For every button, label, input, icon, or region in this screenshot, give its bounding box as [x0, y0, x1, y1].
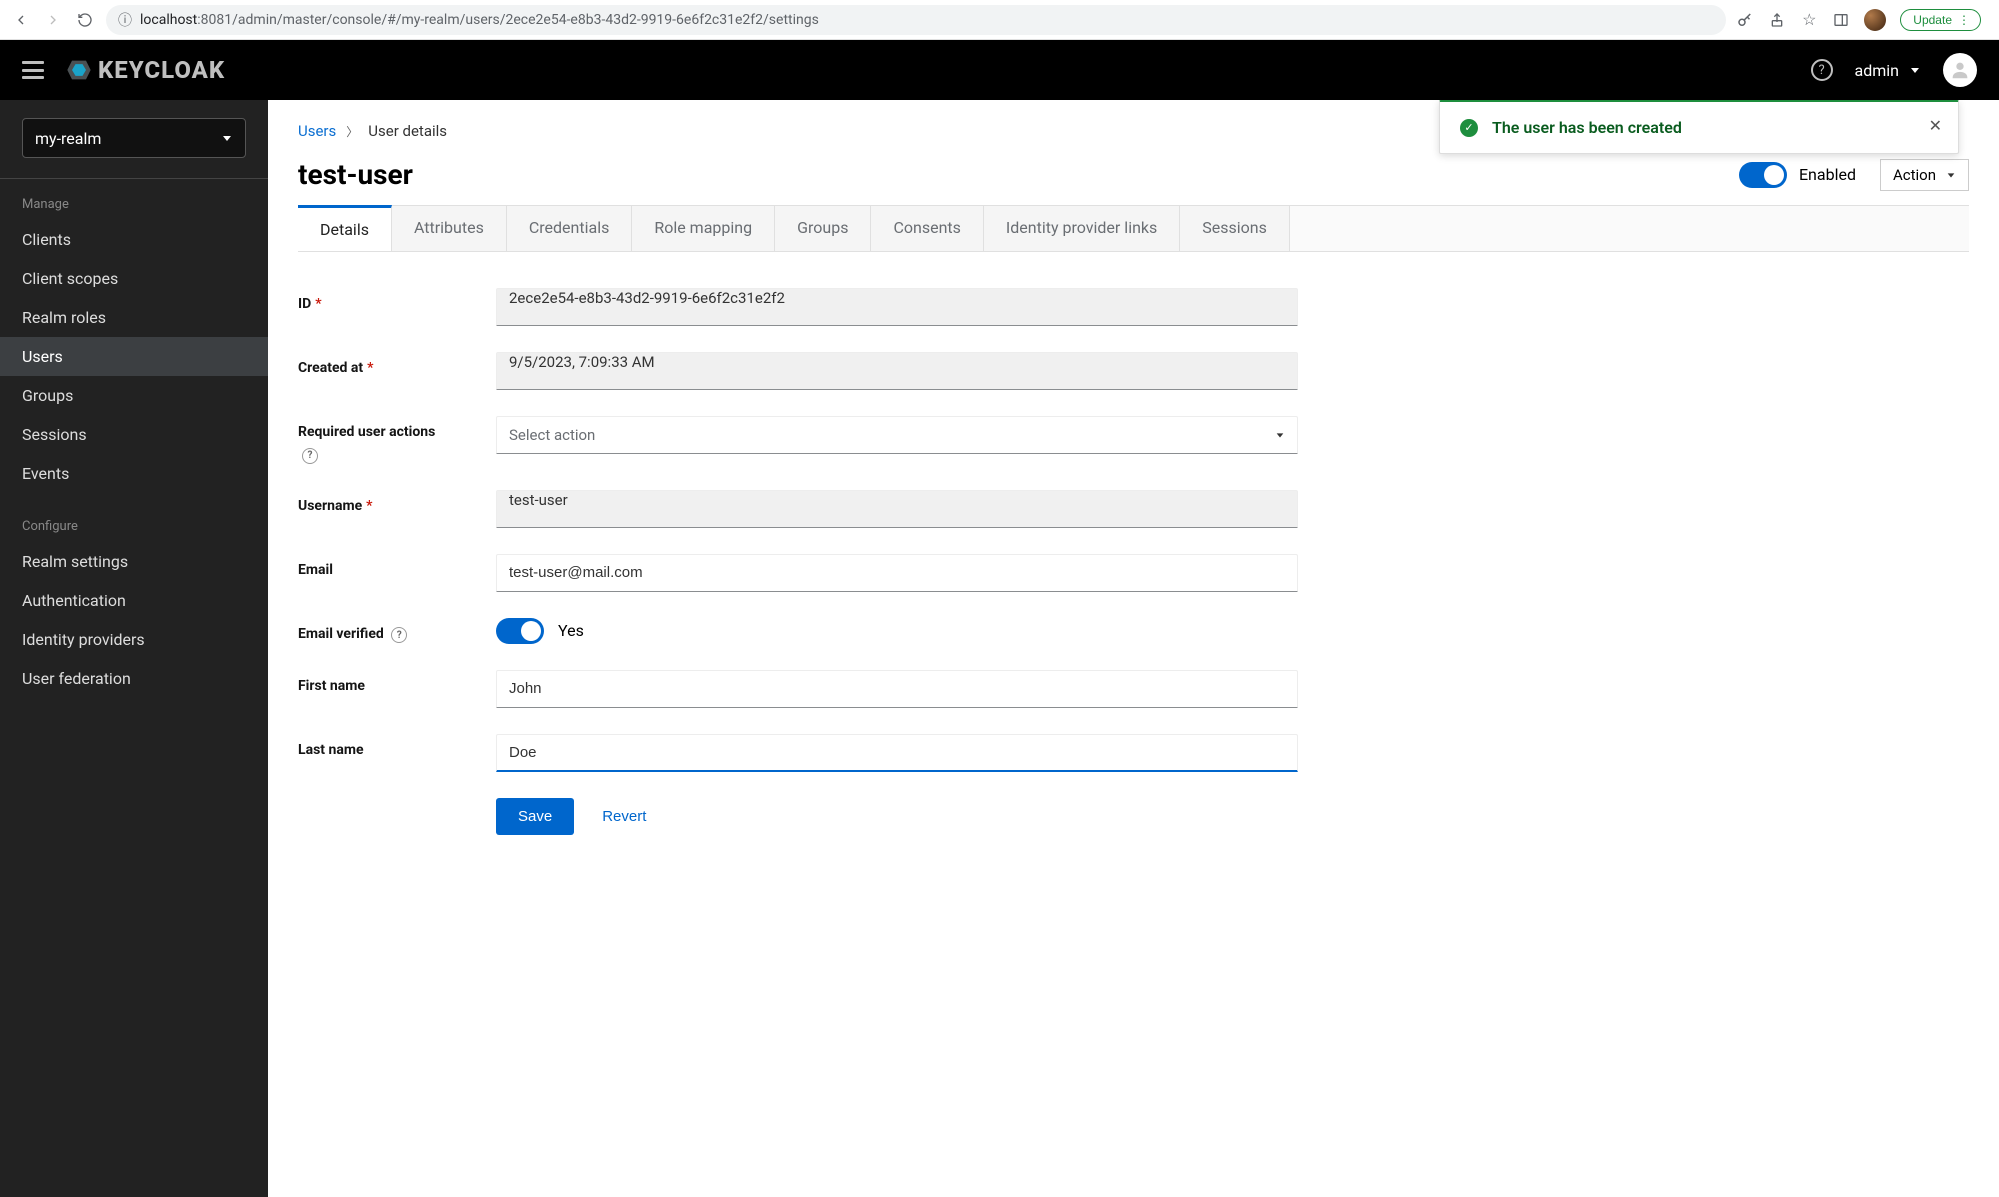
- user-tabs: Details Attributes Credentials Role mapp…: [298, 205, 1969, 252]
- tab-credentials[interactable]: Credentials: [507, 206, 633, 251]
- sidebar-item-identity-providers[interactable]: Identity providers: [0, 620, 268, 659]
- main-content: Users 〉 User details test-user Enabled A…: [268, 100, 1999, 1197]
- sidebar-item-authentication[interactable]: Authentication: [0, 581, 268, 620]
- keycloak-logo-icon: [64, 55, 94, 85]
- site-info-icon[interactable]: ⓘ: [118, 10, 132, 30]
- tab-groups[interactable]: Groups: [775, 206, 871, 251]
- app-header: KEYCLOAK ? admin: [0, 40, 1999, 100]
- success-toast: ✓ The user has been created ✕: [1439, 100, 1959, 154]
- required-actions-placeholder: Select action: [509, 426, 595, 444]
- tab-role-mapping[interactable]: Role mapping: [632, 206, 775, 251]
- help-icon[interactable]: ?: [1811, 59, 1833, 81]
- required-actions-label: Required user actions ?: [298, 416, 468, 464]
- browser-forward-icon: [42, 9, 64, 31]
- tab-details[interactable]: Details: [298, 205, 392, 251]
- email-verified-toggle[interactable]: [496, 618, 544, 644]
- sidebar: my-realm Manage Clients Client scopes Re…: [0, 100, 268, 1197]
- last-name-field[interactable]: [496, 734, 1298, 772]
- sidebar-item-client-scopes[interactable]: Client scopes: [0, 259, 268, 298]
- url-port: :8081: [197, 12, 232, 28]
- last-name-label: Last name: [298, 734, 468, 758]
- save-button[interactable]: Save: [496, 798, 574, 835]
- required-actions-select[interactable]: Select action: [496, 416, 1298, 454]
- sidebar-item-clients[interactable]: Clients: [0, 220, 268, 259]
- action-label: Action: [1893, 166, 1936, 184]
- email-field[interactable]: [496, 554, 1298, 592]
- id-field: 2ece2e54-e8b3-43d2-9919-6e6f2c31e2f2: [496, 288, 1298, 326]
- user-menu-button[interactable]: admin: [1855, 61, 1921, 80]
- tab-sessions[interactable]: Sessions: [1180, 206, 1290, 251]
- chevron-right-icon: 〉: [346, 123, 358, 140]
- first-name-label: First name: [298, 670, 468, 694]
- profile-avatar-icon[interactable]: [1864, 9, 1886, 31]
- sidebar-item-realm-roles[interactable]: Realm roles: [0, 298, 268, 337]
- sidebar-divider: [0, 178, 268, 179]
- browser-back-icon[interactable]: [10, 9, 32, 31]
- created-field: 9/5/2023, 7:09:33 AM: [496, 352, 1298, 390]
- username-label: Username*: [298, 490, 468, 514]
- sidebar-item-user-federation[interactable]: User federation: [0, 659, 268, 698]
- browser-reload-icon[interactable]: [74, 9, 96, 31]
- id-label: ID*: [298, 288, 468, 312]
- url-path: /admin/master/console/#/my-realm/users/2…: [232, 12, 819, 28]
- chevron-down-icon: [221, 132, 233, 144]
- page-title: test-user: [298, 158, 413, 191]
- chevron-down-icon: [1909, 64, 1921, 76]
- revert-button[interactable]: Revert: [602, 798, 646, 835]
- url-host: localhost: [140, 12, 197, 28]
- key-icon[interactable]: [1736, 11, 1754, 29]
- enabled-label: Enabled: [1799, 165, 1856, 184]
- enabled-toggle[interactable]: [1739, 162, 1787, 188]
- update-label: Update: [1913, 13, 1952, 27]
- tab-attributes[interactable]: Attributes: [392, 206, 507, 251]
- username-field: test-user: [496, 490, 1298, 528]
- kebab-icon: ⋮: [1958, 13, 1970, 27]
- browser-toolbar: ⓘ localhost:8081/admin/master/console/#/…: [0, 0, 1999, 40]
- email-verified-label: Email verified ?: [298, 618, 468, 644]
- email-verified-value: Yes: [558, 621, 584, 640]
- toast-message: The user has been created: [1492, 118, 1682, 137]
- help-icon[interactable]: ?: [302, 448, 318, 464]
- chevron-down-icon: [1275, 430, 1285, 440]
- user-avatar-icon[interactable]: [1943, 53, 1977, 87]
- sidebar-item-events[interactable]: Events: [0, 454, 268, 493]
- sidebar-item-realm-settings[interactable]: Realm settings: [0, 542, 268, 581]
- success-check-icon: ✓: [1460, 119, 1478, 137]
- created-label: Created at*: [298, 352, 468, 376]
- browser-url-bar[interactable]: ⓘ localhost:8081/admin/master/console/#/…: [106, 5, 1726, 35]
- breadcrumb-current: User details: [368, 122, 447, 140]
- sidebar-item-sessions[interactable]: Sessions: [0, 415, 268, 454]
- chevron-down-icon: [1946, 170, 1956, 180]
- email-label: Email: [298, 554, 468, 578]
- sidebar-item-users[interactable]: Users: [0, 337, 268, 376]
- help-icon[interactable]: ?: [391, 627, 407, 643]
- sidebar-section-configure: Configure: [0, 511, 268, 542]
- first-name-field[interactable]: [496, 670, 1298, 708]
- user-details-form: ID* 2ece2e54-e8b3-43d2-9919-6e6f2c31e2f2…: [298, 252, 1298, 835]
- panel-icon[interactable]: [1832, 11, 1850, 29]
- user-menu-label: admin: [1855, 61, 1899, 80]
- tab-idp-links[interactable]: Identity provider links: [984, 206, 1180, 251]
- share-icon[interactable]: [1768, 11, 1786, 29]
- sidebar-item-groups[interactable]: Groups: [0, 376, 268, 415]
- sidebar-section-manage: Manage: [0, 189, 268, 220]
- brand-text: KEYCLOAK: [98, 56, 225, 84]
- breadcrumb-users-link[interactable]: Users: [298, 122, 336, 140]
- realm-selector[interactable]: my-realm: [22, 118, 246, 158]
- toast-close-icon[interactable]: ✕: [1929, 116, 1942, 135]
- menu-toggle-icon[interactable]: [22, 61, 44, 79]
- action-dropdown[interactable]: Action: [1880, 159, 1969, 191]
- realm-name: my-realm: [35, 129, 101, 148]
- browser-update-button[interactable]: Update ⋮: [1900, 9, 1981, 31]
- bookmark-star-icon[interactable]: ☆: [1800, 11, 1818, 29]
- brand-logo[interactable]: KEYCLOAK: [64, 55, 225, 85]
- tab-consents[interactable]: Consents: [871, 206, 983, 251]
